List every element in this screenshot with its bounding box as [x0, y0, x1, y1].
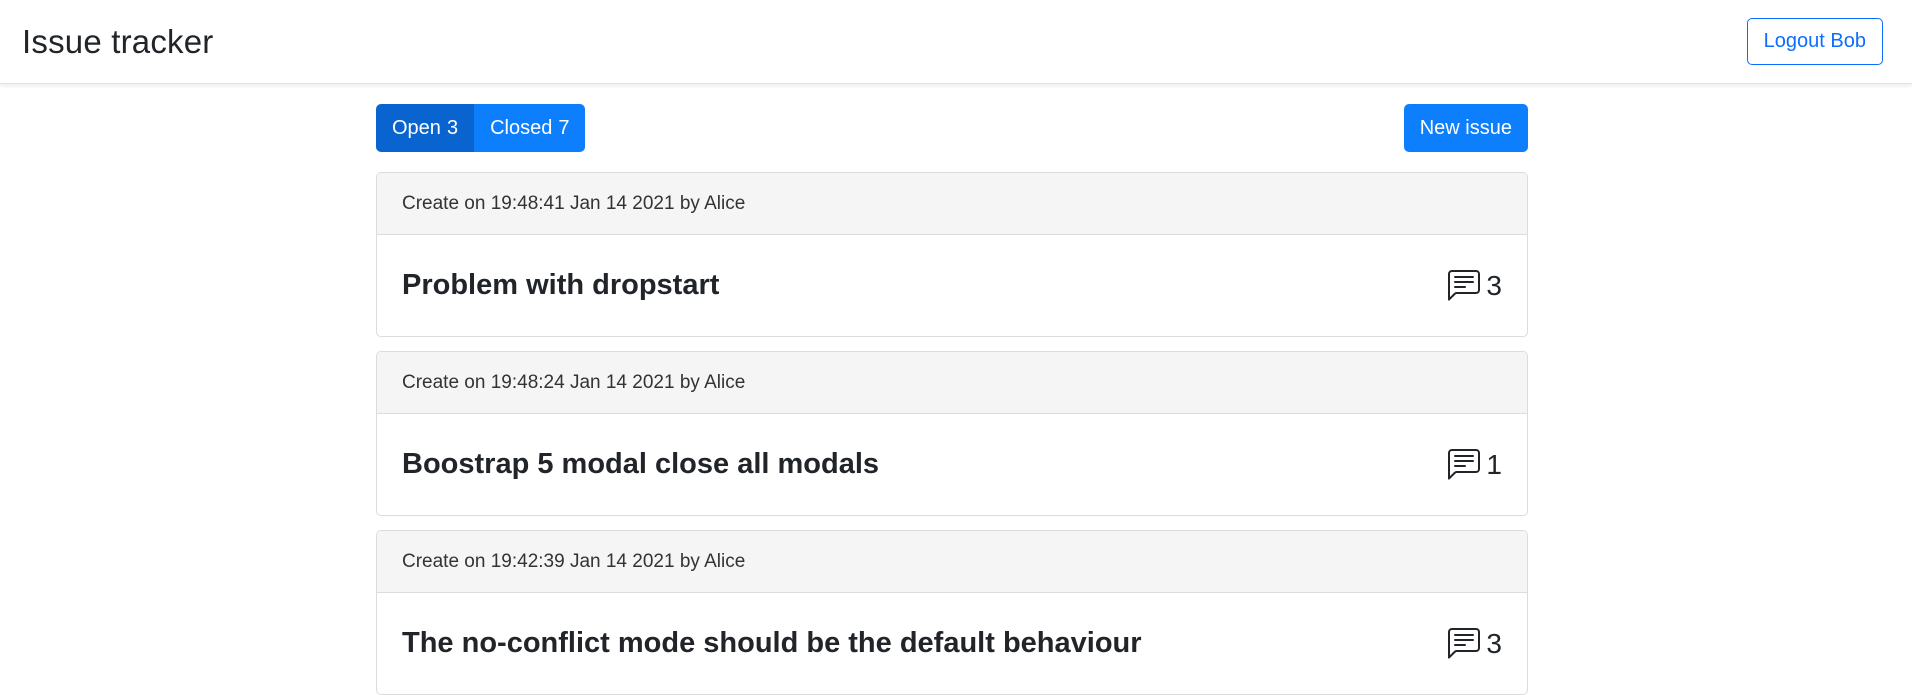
- issue-comments: 3: [1448, 627, 1502, 660]
- logout-button[interactable]: Logout Bob: [1746, 18, 1883, 65]
- chat-left-text-icon: [1448, 448, 1481, 481]
- tab-open-count: 3: [446, 116, 459, 139]
- tab-open-label: Open: [392, 116, 441, 139]
- issue-body: Boostrap 5 modal close all modals 1: [377, 414, 1527, 515]
- tab-closed-count: 7: [558, 116, 570, 139]
- issue-meta: Create on 19:48:24 Jan 14 2021 by Alice: [377, 352, 1527, 414]
- tab-closed[interactable]: Closed 7: [474, 104, 586, 152]
- issue-comments: 1: [1448, 448, 1502, 481]
- issue-meta: Create on 19:48:41 Jan 14 2021 by Alice: [377, 173, 1527, 235]
- issue-comments: 3: [1448, 269, 1502, 302]
- issue-card: Create on 19:48:24 Jan 14 2021 by Alice …: [376, 351, 1528, 516]
- tab-closed-label: Closed: [490, 116, 553, 139]
- issue-card: Create on 19:42:39 Jan 14 2021 by Alice …: [376, 530, 1528, 695]
- issues-toolbar: Open 3 Closed 7 New issue: [376, 104, 1528, 152]
- navbar: Issue tracker Logout Bob: [0, 0, 1912, 84]
- app-title: Issue tracker: [22, 22, 214, 60]
- issue-title[interactable]: The no-conflict mode should be the defau…: [402, 627, 1142, 660]
- chat-left-text-icon: [1448, 627, 1481, 660]
- new-issue-button[interactable]: New issue: [1403, 104, 1528, 152]
- issue-card: Create on 19:48:41 Jan 14 2021 by Alice …: [376, 172, 1528, 337]
- issue-title[interactable]: Boostrap 5 modal close all modals: [402, 448, 879, 481]
- comment-count: 1: [1486, 448, 1502, 480]
- issue-meta: Create on 19:42:39 Jan 14 2021 by Alice: [377, 531, 1527, 593]
- comment-count: 3: [1486, 627, 1502, 659]
- tab-open[interactable]: Open 3: [376, 104, 475, 152]
- issues-container: Open 3 Closed 7 New issue Create on 19:4…: [376, 104, 1528, 695]
- status-filter-group: Open 3 Closed 7: [376, 104, 586, 152]
- issue-title[interactable]: Problem with dropstart: [402, 269, 719, 302]
- comment-count: 3: [1486, 269, 1502, 301]
- issue-body: Problem with dropstart 3: [377, 235, 1527, 336]
- issue-body: The no-conflict mode should be the defau…: [377, 593, 1527, 694]
- chat-left-text-icon: [1448, 269, 1481, 302]
